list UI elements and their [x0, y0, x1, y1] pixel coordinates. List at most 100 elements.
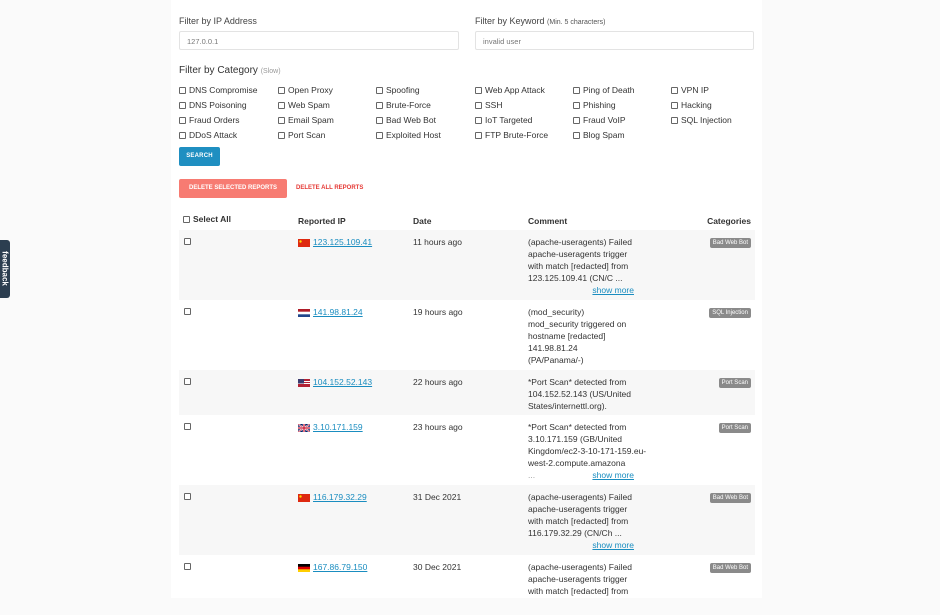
row-checkbox[interactable]: [184, 563, 191, 570]
category-checkbox[interactable]: Spoofing: [376, 85, 420, 95]
category-checkbox[interactable]: Phishing: [573, 100, 616, 110]
checkbox-icon: [179, 131, 186, 139]
flag-nl-icon: [298, 308, 310, 317]
category-badge[interactable]: Bad Web Bot: [709, 493, 751, 503]
feedback-label: feedback: [0, 251, 10, 286]
table-row: 141.98.81.24 19 hours ago (mod_security) mo…: [179, 300, 755, 370]
reported-ip-link[interactable]: 116.179.32.29: [298, 491, 367, 503]
category-badge[interactable]: Port Scan: [718, 423, 751, 433]
report-comment: *Port Scan* detected from 104.152.52.143 …: [528, 377, 632, 411]
checkbox-icon: [278, 116, 285, 124]
category-checkbox[interactable]: SSH: [475, 100, 502, 110]
category-label: Email Spam: [288, 115, 334, 125]
checkbox-icon: [376, 131, 383, 139]
report-comment: (apache-useragents) Failed apache-userage…: [528, 237, 634, 296]
table-row: 167.86.79.150 30 Dec 2021 (apache-useragen…: [179, 555, 755, 615]
search-button[interactable]: SEARCH: [179, 147, 220, 166]
category-checkbox[interactable]: Blog Spam: [573, 130, 625, 140]
category-label: Blog Spam: [583, 130, 625, 140]
category-label: Web App Attack: [485, 85, 545, 95]
category-label: Fraud VoIP: [583, 115, 626, 125]
checkbox-icon: [278, 101, 285, 109]
category-label: Ping of Death: [583, 85, 635, 95]
reported-ip-link[interactable]: 104.152.52.143: [298, 376, 372, 388]
category-badge[interactable]: Port Scan: [718, 378, 751, 388]
keyword-filter-input[interactable]: invalid user: [475, 31, 754, 50]
category-checkbox[interactable]: Ping of Death: [573, 85, 635, 95]
category-checkbox[interactable]: IoT Targeted: [475, 115, 532, 125]
category-checkbox[interactable]: FTP Brute-Force: [475, 130, 548, 140]
show-more-link[interactable]: show more: [528, 539, 634, 551]
flag-us-icon: [298, 378, 310, 387]
row-checkbox[interactable]: [184, 378, 191, 385]
category-badge[interactable]: Bad Web Bot: [709, 238, 751, 248]
reported-ip-link[interactable]: 141.98.81.24: [298, 306, 363, 318]
category-checkbox[interactable]: Web Spam: [278, 100, 330, 110]
checkbox-icon: [179, 101, 186, 109]
flag-de-icon: [298, 563, 310, 572]
main-panel: Filter by IP Address 127.0.0.1 Filter by…: [171, 0, 762, 598]
delete-selected-button[interactable]: DELETE SELECTED REPORTS: [179, 179, 287, 198]
report-date: 22 hours ago: [413, 377, 463, 387]
row-checkbox[interactable]: [184, 308, 191, 315]
show-more-link[interactable]: show more: [528, 284, 634, 296]
checkbox-icon: [573, 116, 580, 124]
show-more-link[interactable]: show more: [528, 469, 634, 481]
row-checkbox[interactable]: [184, 493, 191, 500]
report-date: 11 hours ago: [413, 237, 462, 247]
row-checkbox[interactable]: [184, 423, 191, 430]
header-ip: Reported IP: [298, 216, 346, 226]
category-label: Exploited Host: [386, 130, 441, 140]
category-checkbox[interactable]: Web App Attack: [475, 85, 545, 95]
category-checkbox[interactable]: Fraud VoIP: [573, 115, 626, 125]
checkbox-icon: [573, 86, 580, 94]
category-checkbox[interactable]: Brute-Force: [376, 100, 431, 110]
table-row: 3.10.171.159 23 hours ago *Port Scan* dete…: [179, 415, 755, 485]
reported-ip-link[interactable]: 3.10.171.159: [297, 421, 363, 433]
category-checkbox[interactable]: Email Spam: [278, 115, 334, 125]
category-label: Fraud Orders: [189, 115, 240, 125]
flag-cn-icon: [298, 493, 310, 502]
report-date: 31 Dec 2021: [413, 492, 462, 502]
report-date: 23 hours ago: [413, 422, 463, 432]
reported-ip-link[interactable]: 167.86.79.150: [298, 561, 367, 573]
category-checkbox[interactable]: DNS Compromise: [179, 85, 258, 95]
category-label: Open Proxy: [288, 85, 333, 95]
header-comment: Comment: [528, 216, 568, 226]
category-checkbox[interactable]: SQL Injection: [671, 115, 732, 125]
checkbox-icon: [475, 131, 482, 139]
select-all-checkbox[interactable]: Select All: [183, 214, 231, 224]
flag-cn-icon: [298, 238, 310, 247]
category-label: Phishing: [583, 100, 616, 110]
checkbox-icon: [671, 116, 678, 124]
category-label: Web Spam: [288, 100, 330, 110]
category-checkbox[interactable]: Open Proxy: [278, 85, 333, 95]
feedback-tab[interactable]: feedback: [0, 240, 10, 298]
checkbox-icon: [179, 116, 186, 124]
category-checkbox[interactable]: VPN IP: [671, 85, 709, 95]
ip-filter-label: Filter by IP Address: [179, 16, 257, 26]
report-date: 19 hours ago: [413, 307, 463, 317]
category-checkbox[interactable]: Exploited Host: [376, 130, 441, 140]
category-checkbox[interactable]: Fraud Orders: [179, 115, 240, 125]
category-badge[interactable]: Bad Web Bot: [709, 563, 751, 573]
checkbox-icon: [475, 86, 482, 94]
category-checkbox[interactable]: Port Scan: [278, 130, 325, 140]
category-checkbox[interactable]: Bad Web Bot: [376, 115, 436, 125]
category-label: Bad Web Bot: [386, 115, 436, 125]
checkbox-icon: [573, 101, 580, 109]
report-date: 30 Dec 2021: [413, 562, 462, 572]
category-label: DDoS Attack: [189, 130, 238, 140]
report-comment: (mod_security) mod_security triggered on h…: [528, 307, 627, 365]
category-badge[interactable]: SQL Injection: [709, 308, 751, 318]
ip-filter-input[interactable]: 127.0.0.1: [179, 31, 459, 50]
delete-all-button[interactable]: DELETE ALL REPORTS: [296, 179, 363, 198]
category-label: DNS Compromise: [189, 85, 258, 95]
category-checkbox[interactable]: DNS Poisoning: [179, 100, 247, 110]
category-checkbox[interactable]: Hacking: [671, 100, 712, 110]
category-checkbox[interactable]: DDoS Attack: [179, 130, 237, 140]
row-checkbox[interactable]: [184, 238, 191, 245]
checkbox-icon: [183, 215, 190, 223]
category-filter-label: Filter by Category (Slow): [179, 65, 281, 76]
reported-ip-link[interactable]: 123.125.109.41: [298, 236, 372, 248]
